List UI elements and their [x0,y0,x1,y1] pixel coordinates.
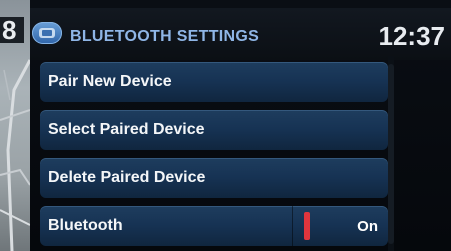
scrollbar-thumb[interactable] [388,64,394,244]
toggle-divider [292,206,293,246]
menu-item-label: Select Paired Device [48,121,205,138]
select-paired-device-button[interactable]: Select Paired Device [40,110,388,150]
menu-item-label: Delete Paired Device [48,169,206,186]
infotainment-screen: 8 BLUETOOTH SETTINGS 12:37 Pair New Devi… [0,0,451,251]
header-bar: BLUETOOTH SETTINGS 12:37 [30,8,451,60]
bluetooth-phone-icon [32,22,62,44]
scrollbar[interactable] [388,56,394,251]
menu-item-label: Bluetooth [48,217,123,234]
page-title: BLUETOOTH SETTINGS [70,28,260,45]
bluetooth-toggle-row[interactable]: Bluetooth On [40,206,388,246]
bluetooth-toggle-value[interactable]: On [357,218,378,235]
status-digit: 8 [0,17,24,43]
menu-item-label: Pair New Device [48,73,172,90]
toggle-status-indicator [304,212,310,240]
pair-new-device-button[interactable]: Pair New Device [40,62,388,102]
delete-paired-device-button[interactable]: Delete Paired Device [40,158,388,198]
clock: 12:37 [378,21,446,51]
